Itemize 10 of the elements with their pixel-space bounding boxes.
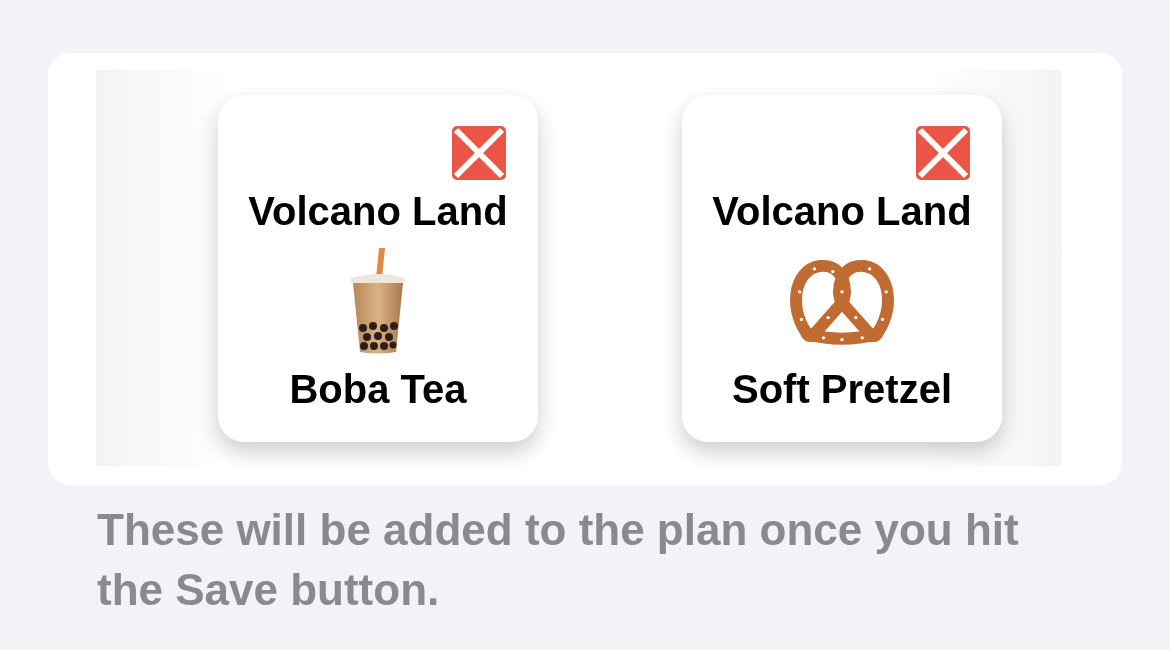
item-name: Soft Pretzel	[731, 366, 952, 412]
area-name: Volcano Land	[712, 188, 972, 234]
item-card[interactable]: Volcano Land Boba Tea	[218, 95, 538, 442]
footnote-text: These will be added to the plan once you hit the Save button.	[97, 504, 1020, 616]
bubble-tea-icon	[349, 248, 407, 354]
x-square-icon	[452, 126, 506, 180]
item-card[interactable]: Volcano Land Soft Pretzel	[682, 95, 1002, 442]
area-name: Volcano Land	[248, 188, 508, 234]
item-name: Boba Tea	[289, 366, 467, 412]
x-square-icon	[916, 126, 970, 180]
